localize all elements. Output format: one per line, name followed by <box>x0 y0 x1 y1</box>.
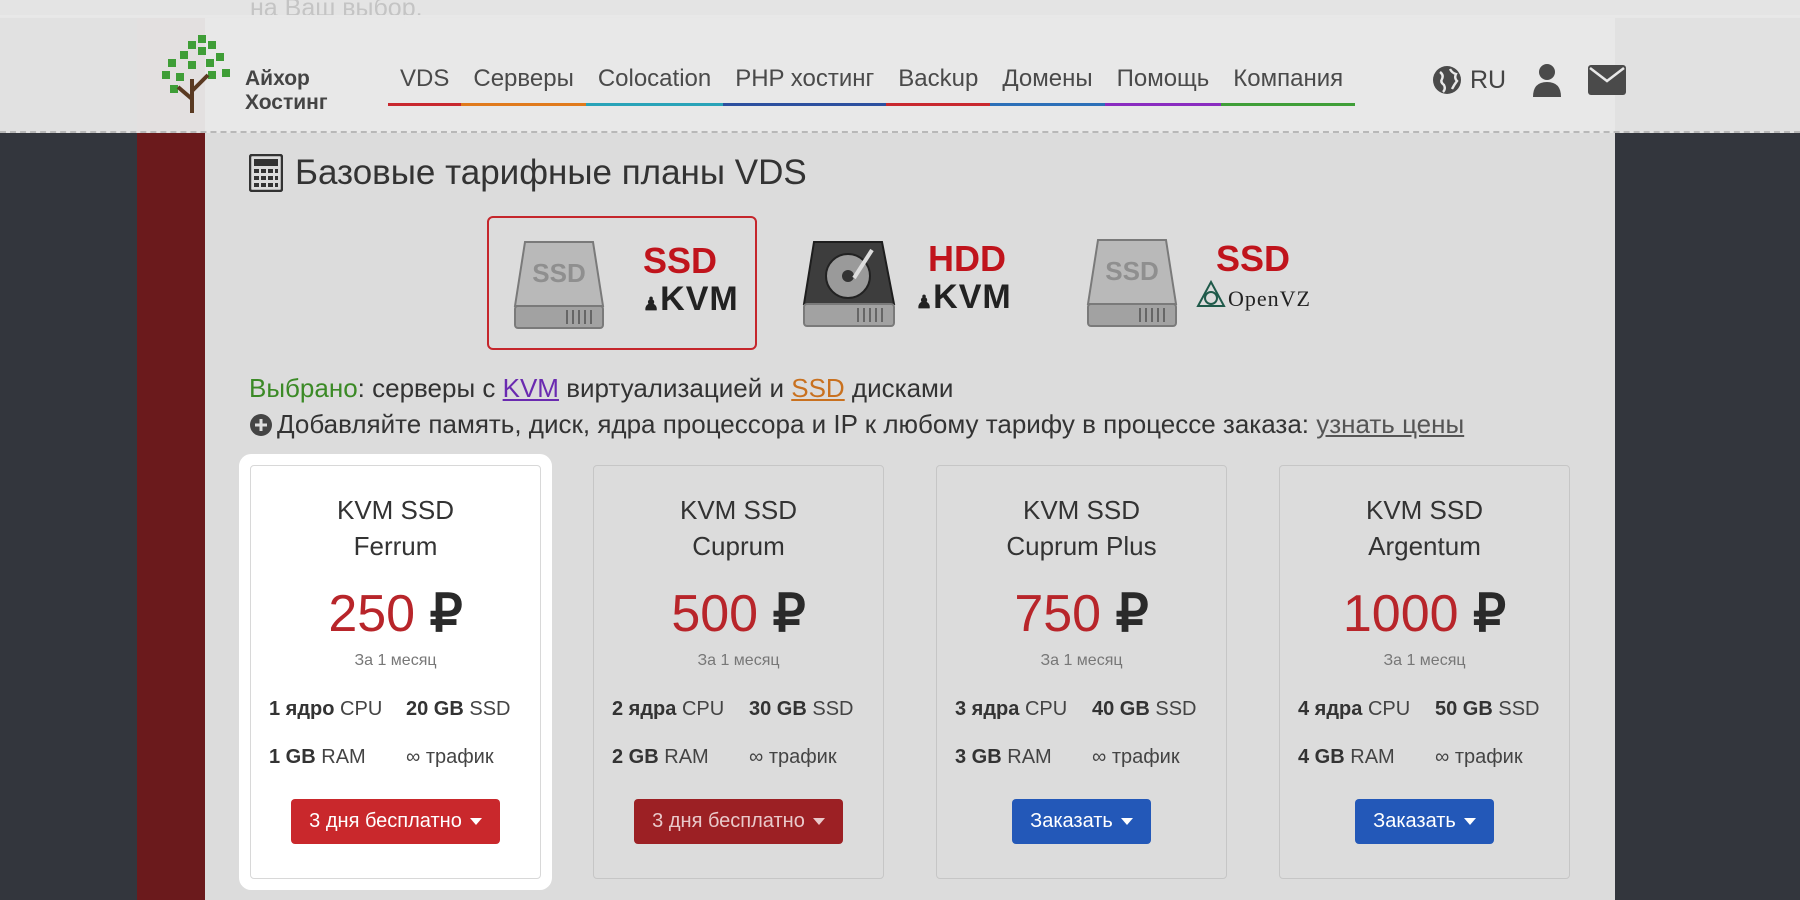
ssd-drive-icon: SSD <box>513 241 605 329</box>
nav-item-help[interactable]: Помощь <box>1104 65 1222 106</box>
plan-period: За 1 месяц <box>354 652 437 669</box>
language-switcher[interactable]: RU <box>1432 65 1506 95</box>
selection-summary: Выбрано: серверы с KVM виртуализацией и … <box>249 373 954 403</box>
nav-item-colocation[interactable]: Colocation <box>585 65 724 106</box>
addons-info: Добавляйте память, диск, ядра процессора… <box>249 409 1464 440</box>
spec-disk: 20 GB SSD <box>406 698 511 720</box>
plan-period: За 1 месяц <box>1383 652 1466 669</box>
plan-period: За 1 месяц <box>1040 652 1123 669</box>
page-title: Базовые тарифные планы VDS <box>295 153 807 192</box>
spec-ram: 1 GB RAM <box>269 746 366 768</box>
spec-disk: 50 GB SSD <box>1435 698 1540 720</box>
section-title-row: Базовые тарифные планы VDS <box>249 153 807 193</box>
plan-price: 500 ₽ <box>671 585 806 643</box>
nav-item-company[interactable]: Компания <box>1221 65 1356 106</box>
svg-text:SSD: SSD <box>1105 256 1158 286</box>
globe-icon <box>1433 66 1461 94</box>
plus-circle-icon <box>250 413 272 436</box>
spec-traffic: ∞ трафик <box>1092 746 1180 768</box>
plan-card-cuprum-plus: KVM SSD Cuprum Plus 750 ₽ За 1 месяц 3 яд… <box>936 465 1227 879</box>
nav-item-vds[interactable]: VDS <box>388 65 462 106</box>
spec-cpu: 4 ядра CPU <box>1298 698 1411 720</box>
plan-name: KVM SSD Argentum <box>1365 495 1484 561</box>
logo-tree-icon[interactable] <box>158 29 242 113</box>
caret-down-icon <box>1463 818 1476 825</box>
plan-name: KVM SSD Ferrum <box>336 495 455 561</box>
kvm-penguin-icon: ♟ <box>916 292 934 312</box>
nav-item-php-hosting[interactable]: PHP хостинг <box>723 65 887 106</box>
caret-down-icon <box>1120 818 1133 825</box>
type-label-kvm: ♟KVM <box>916 278 1012 316</box>
type-option-ssd-kvm[interactable]: SSD SSD ♟KVM <box>487 216 757 350</box>
free-trial-button[interactable]: 3 дня бесплатно <box>291 799 500 844</box>
calculator-icon <box>249 154 283 192</box>
plan-card-argentum: KVM SSD Argentum 1000 ₽ За 1 месяц 4 ядра… <box>1279 465 1570 879</box>
header-actions: RU <box>1432 63 1627 97</box>
free-trial-button[interactable]: 3 дня бесплатно <box>634 799 843 844</box>
spec-ram: 2 GB RAM <box>612 746 709 768</box>
type-label-hdd: HDD <box>928 238 1006 279</box>
language-label: RU <box>1470 65 1507 94</box>
plan-specs: 3 ядра CPU 40 GB SSD 3 GB RAM ∞ трафик <box>937 698 1226 769</box>
plan-specs: 1 ядро CPU 20 GB SSD 1 GB RAM ∞ трафик <box>251 698 540 769</box>
spec-disk: 30 GB SSD <box>749 698 854 720</box>
caret-down-icon <box>812 818 825 825</box>
plan-name: KVM SSD Cuprum <box>679 495 798 561</box>
mail-icon[interactable] <box>1588 65 1627 95</box>
type-label-openvz: OpenVZ <box>1228 286 1311 311</box>
nav-item-servers[interactable]: Серверы <box>461 65 586 106</box>
background-red-stripe <box>137 0 205 900</box>
spec-cpu: 1 ядро CPU <box>269 698 383 720</box>
spec-disk: 40 GB SSD <box>1092 698 1197 720</box>
spec-cpu: 3 ядра CPU <box>955 698 1068 720</box>
nav-item-domains[interactable]: Домены <box>990 65 1105 106</box>
addons-text: Добавляйте память, диск, ядра процессора… <box>277 409 1465 439</box>
type-label-ssd: SSD <box>1216 238 1291 279</box>
openvz-logo-icon <box>1196 280 1226 307</box>
nav-item-backup[interactable]: Backup <box>886 65 991 106</box>
logo-text[interactable]: Айхор Хостинг <box>245 67 328 115</box>
type-label-kvm: ♟KVM <box>643 280 739 318</box>
spec-ram: 3 GB RAM <box>955 746 1052 768</box>
kvm-penguin-icon: ♟ <box>643 294 661 314</box>
plan-card-ferrum: KVM SSD Ferrum 250 ₽ За 1 месяц 1 ядро CP… <box>250 465 541 879</box>
plan-period: За 1 месяц <box>697 652 780 669</box>
spec-traffic: ∞ трафик <box>1435 746 1523 768</box>
spec-cpu: 2 ядра CPU <box>612 698 725 720</box>
learn-prices-link[interactable]: узнать цены <box>1316 409 1464 439</box>
caret-down-icon <box>469 818 482 825</box>
kvm-link[interactable]: KVM <box>503 373 559 403</box>
spec-traffic: ∞ трафик <box>749 746 837 768</box>
hdd-drive-icon <box>802 241 896 327</box>
type-option-hdd-kvm[interactable]: HDD ♟KVM <box>790 216 1060 350</box>
selection-label: Выбрано <box>249 373 358 403</box>
plan-card-cuprum: KVM SSD Cuprum 500 ₽ За 1 месяц 2 ядра CP… <box>593 465 884 879</box>
plan-specs: 4 ядра CPU 50 GB SSD 4 GB RAM ∞ трафик <box>1280 698 1569 769</box>
plan-specs: 2 ядра CPU 30 GB SSD 2 GB RAM ∞ трафик <box>594 698 883 769</box>
main-nav: VDS Серверы Colocation PHP хостинг Backu… <box>388 65 1356 106</box>
spec-traffic: ∞ трафик <box>406 746 494 768</box>
order-button[interactable]: Заказать <box>1355 799 1494 844</box>
plan-name: KVM SSD Cuprum Plus <box>1006 495 1157 561</box>
site-header: Айхор Хостинг VDS Серверы Colocation PHP… <box>0 15 1800 133</box>
svg-text:SSD: SSD <box>532 258 585 288</box>
plan-price: 250 ₽ <box>328 585 463 643</box>
type-label-ssd: SSD <box>643 240 718 281</box>
ssd-drive-icon: SSD <box>1086 239 1178 327</box>
ssd-link[interactable]: SSD <box>791 373 844 403</box>
type-option-ssd-openvz[interactable]: SSD SSD OpenVZ <box>1072 216 1342 350</box>
plan-price: 750 ₽ <box>1014 585 1149 643</box>
spec-ram: 4 GB RAM <box>1298 746 1395 768</box>
order-button[interactable]: Заказать <box>1012 799 1151 844</box>
plan-price: 1000 ₽ <box>1342 585 1507 643</box>
user-icon[interactable] <box>1532 63 1562 97</box>
